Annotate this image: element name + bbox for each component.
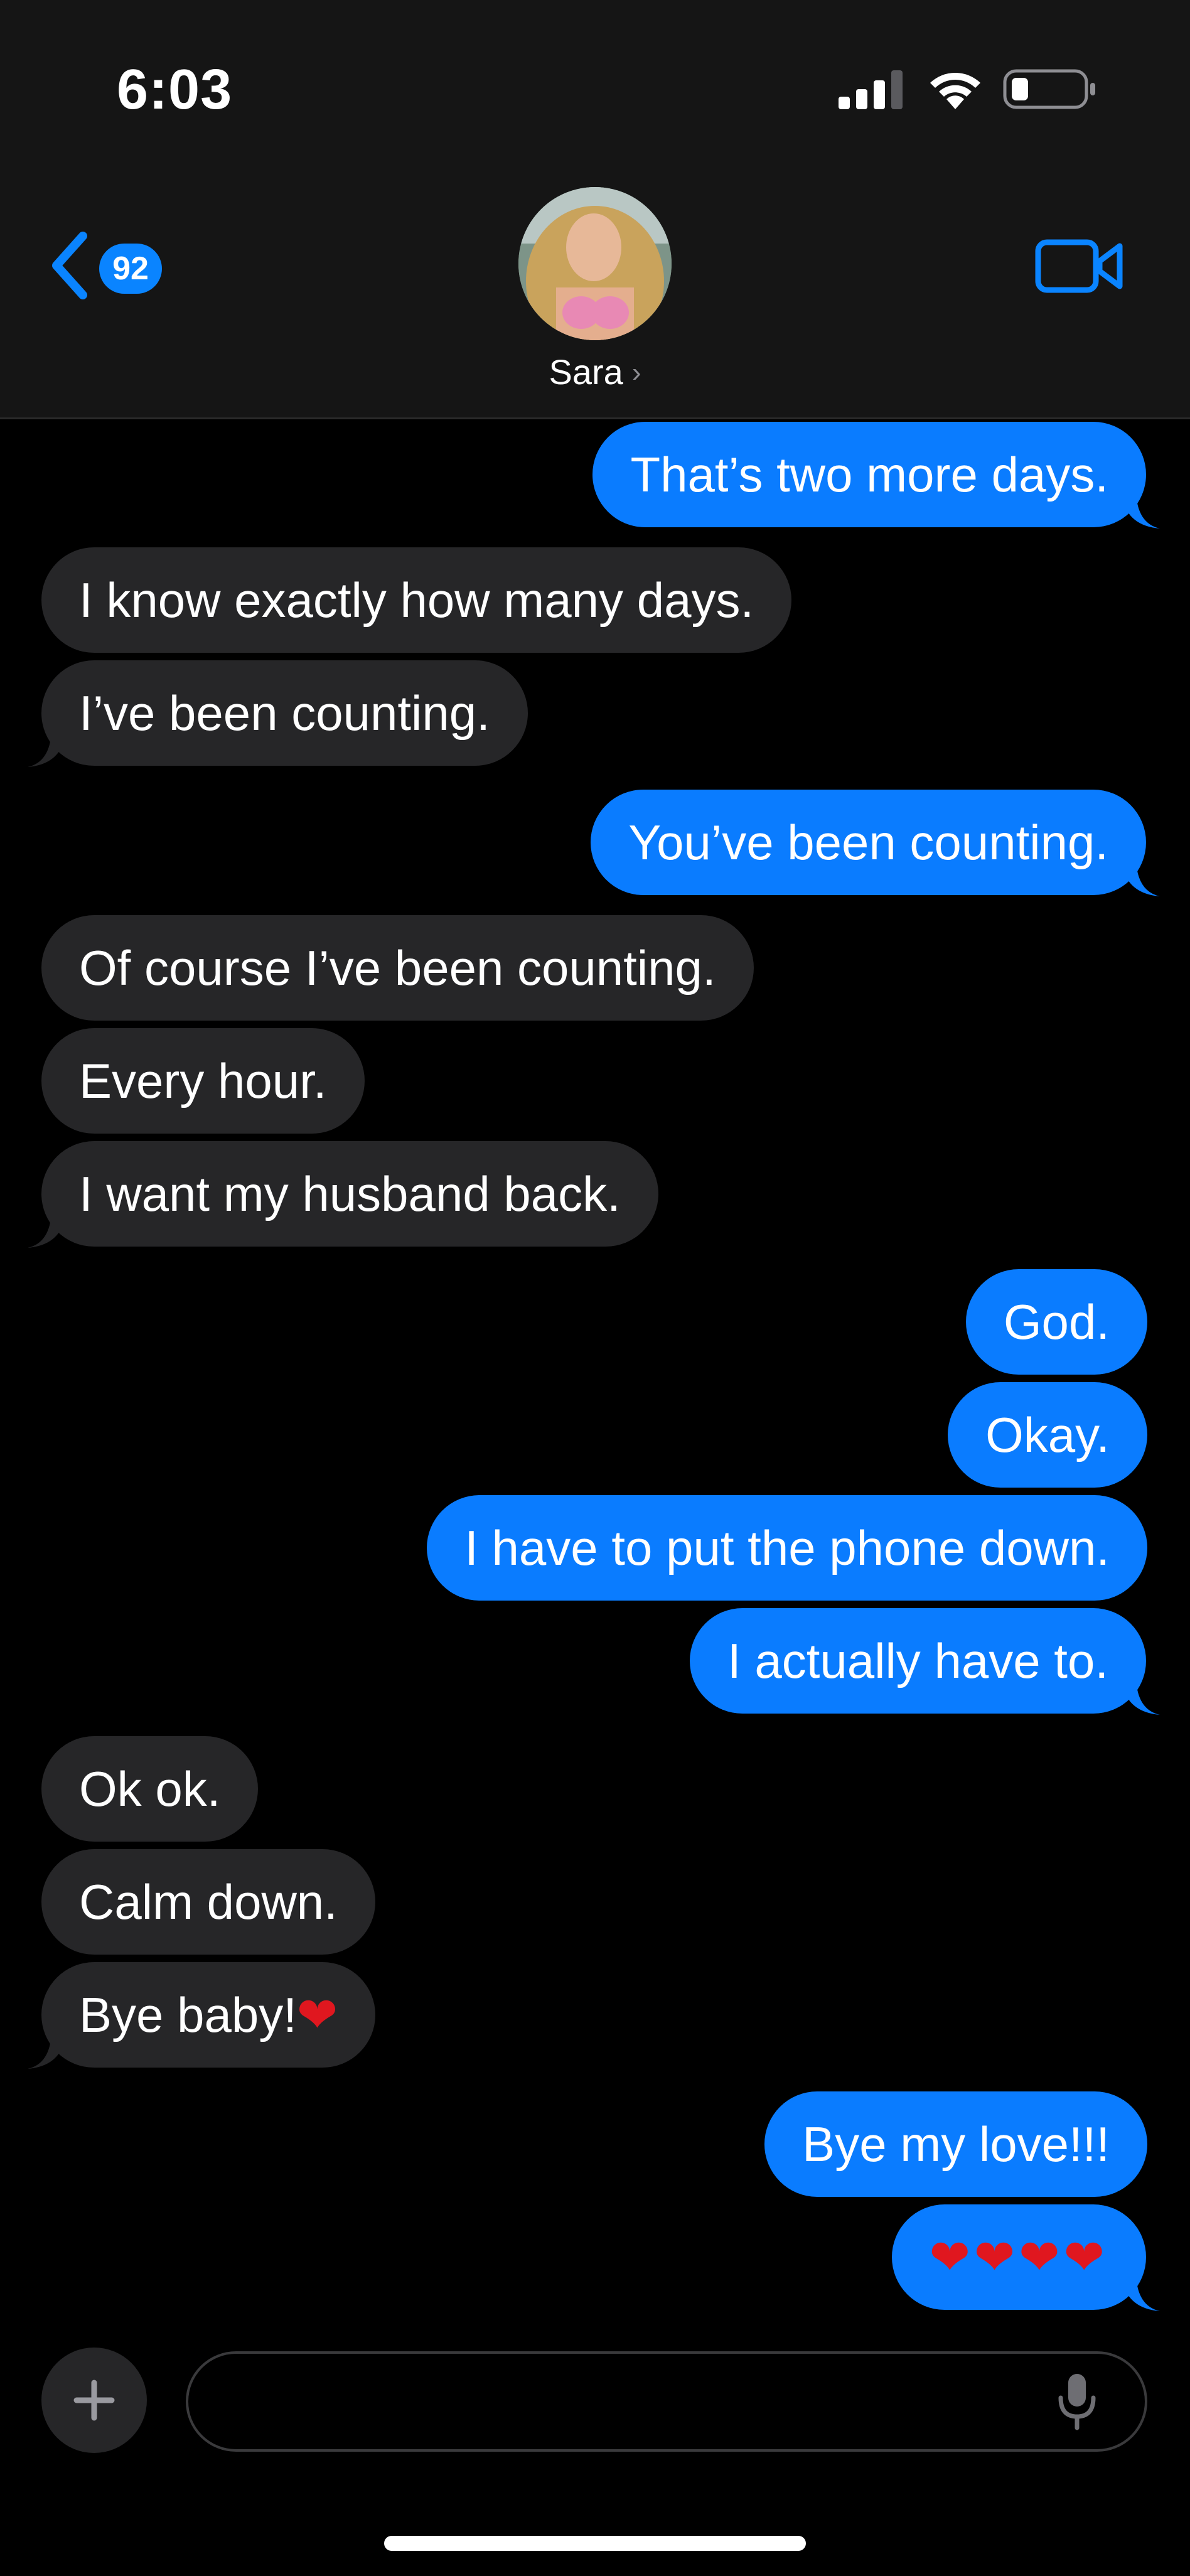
contact-name-button[interactable]: Sara › <box>0 352 1190 392</box>
message-bubble-outgoing[interactable]: I actually have to. <box>689 1608 1160 1715</box>
cellular-signal-icon <box>839 70 903 109</box>
message-bubble-incoming[interactable]: Calm down. <box>41 1849 375 1955</box>
message-text: I have to put the phone down. <box>464 1520 1110 1575</box>
message-input[interactable] <box>186 2351 1147 2452</box>
conversation-header: 6:03 92 Sara › <box>0 0 1190 419</box>
message-text: Bye my love!!! <box>802 2117 1110 2172</box>
home-indicator[interactable] <box>384 2536 806 2551</box>
bubble-tail <box>28 731 65 767</box>
message-text: God. <box>1003 1294 1110 1350</box>
message-bubble-outgoing[interactable]: Okay. <box>948 1382 1147 1488</box>
message-bubble-outgoing[interactable]: ❤❤❤❤ <box>891 2204 1160 2311</box>
message-text: I actually have to. <box>727 1633 1108 1688</box>
video-call-button[interactable] <box>1034 233 1125 299</box>
message-bubble-incoming[interactable]: Every hour. <box>41 1028 365 1134</box>
video-camera-icon <box>1035 239 1123 293</box>
heart-emoji: ❤ <box>296 1987 338 2042</box>
message-text: I want my husband back. <box>79 1166 621 1221</box>
message-bubble-incoming[interactable]: Bye baby!❤ <box>28 1962 376 2069</box>
bubble-tail <box>28 1211 65 1248</box>
battery-icon <box>1003 69 1095 109</box>
bubble-tail <box>1122 1678 1160 1715</box>
message-text: I know exactly how many days. <box>79 572 754 628</box>
message-text: Ok ok. <box>79 1761 221 1817</box>
status-time: 6:03 <box>117 58 233 121</box>
message-bubble-outgoing[interactable]: That’s two more days. <box>592 422 1160 529</box>
message-bubble-incoming[interactable]: Of course I’ve been counting. <box>41 915 754 1021</box>
message-text: Every hour. <box>79 1053 327 1108</box>
contact-name: Sara <box>549 352 623 392</box>
dictation-button[interactable] <box>1052 2370 1102 2433</box>
message-text: You’ve been counting. <box>628 815 1108 870</box>
unread-count-badge: 92 <box>99 244 162 294</box>
message-bubble-outgoing[interactable]: God. <box>965 1269 1147 1375</box>
message-text: Okay. <box>985 1407 1110 1462</box>
plus-icon <box>73 2380 115 2421</box>
bubble-tail <box>1122 492 1160 529</box>
message-text: Bye baby! <box>79 1987 297 2042</box>
contact-avatar[interactable] <box>518 187 672 340</box>
back-button[interactable]: 92 <box>48 227 173 303</box>
message-text: Of course I’ve been counting. <box>79 940 716 996</box>
message-text: That’s two more days. <box>630 447 1108 502</box>
message-bubble-incoming[interactable]: I want my husband back. <box>28 1141 658 1248</box>
message-bubble-incoming[interactable]: I know exactly how many days. <box>41 547 792 653</box>
message-bubble-incoming[interactable]: Ok ok. <box>41 1736 259 1842</box>
wifi-icon <box>930 73 980 109</box>
apps-plus-button[interactable] <box>41 2348 147 2453</box>
message-bubble-incoming[interactable]: I’ve been counting. <box>28 660 528 767</box>
microphone-icon <box>1058 2374 1096 2430</box>
chevron-right-icon: › <box>631 357 641 388</box>
bubble-tail <box>1122 2275 1160 2311</box>
bubble-tail <box>1122 860 1160 896</box>
hearts-emoji: ❤❤❤❤ <box>929 2230 1108 2285</box>
message-bubble-outgoing[interactable]: You’ve been counting. <box>591 790 1160 896</box>
status-icons <box>839 65 1102 110</box>
avatar-image <box>518 187 672 340</box>
message-thread[interactable]: That’s two more days. I know exactly how… <box>0 419 1190 2340</box>
bubble-tail <box>28 2032 65 2069</box>
message-text: Calm down. <box>79 1874 338 1929</box>
message-bubble-outgoing[interactable]: Bye my love!!! <box>764 2091 1147 2197</box>
message-text: I’ve been counting. <box>79 685 490 741</box>
message-bubble-outgoing[interactable]: I have to put the phone down. <box>427 1495 1147 1601</box>
chevron-left-icon <box>52 232 87 299</box>
